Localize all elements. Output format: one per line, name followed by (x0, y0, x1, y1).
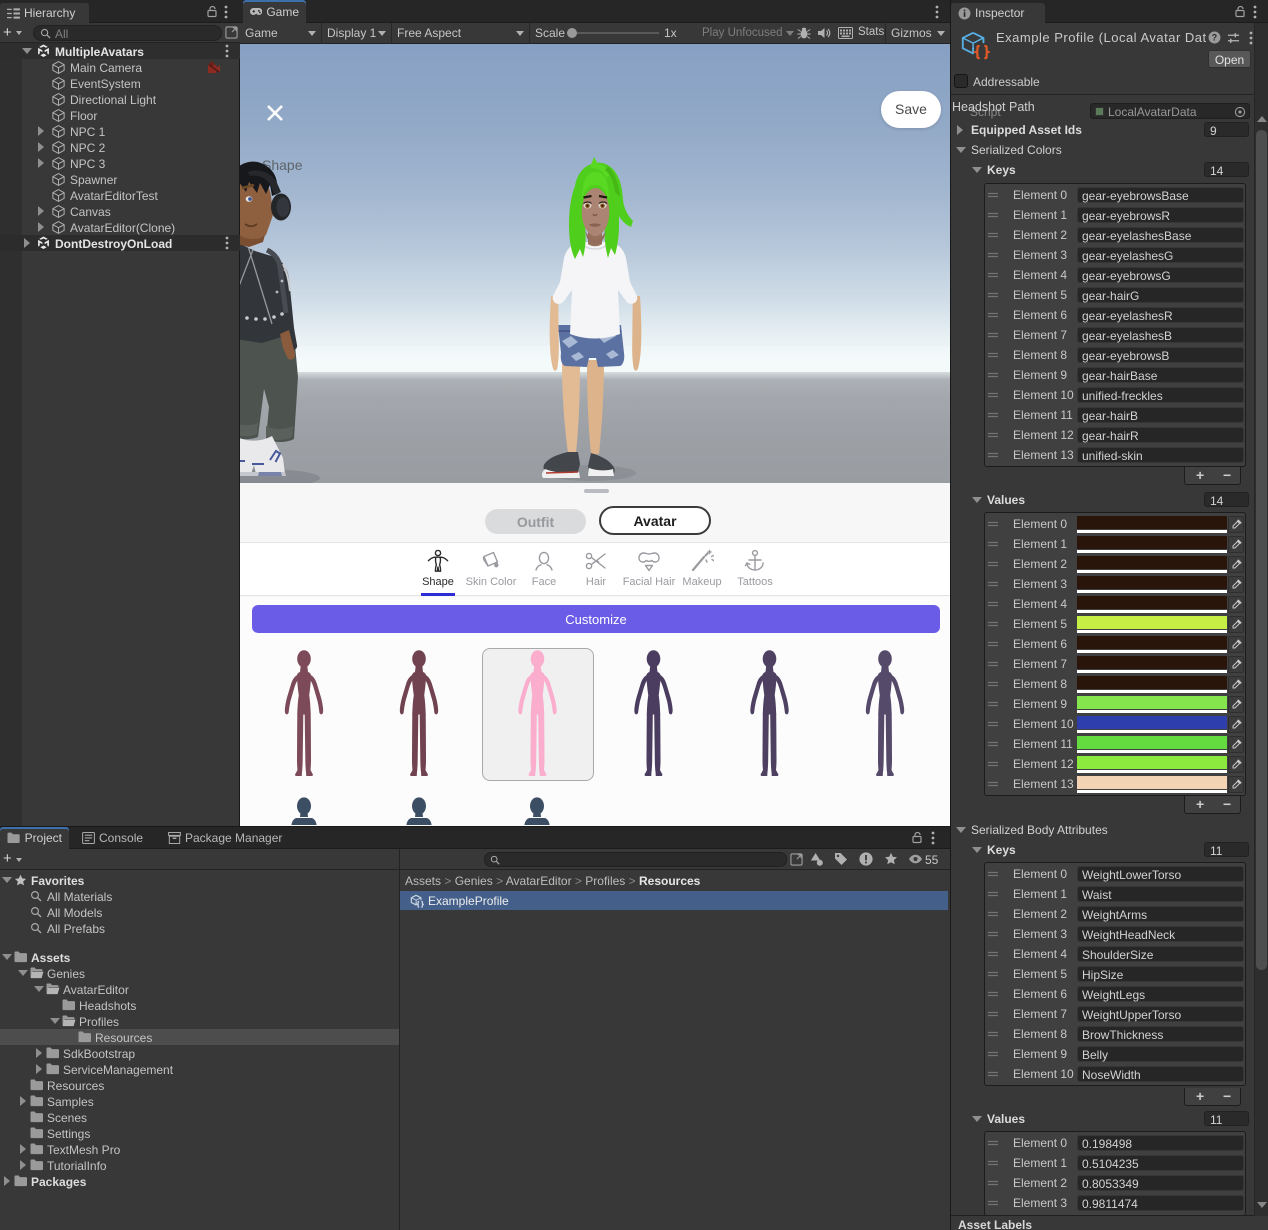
svg-text:?: ? (1212, 33, 1217, 43)
